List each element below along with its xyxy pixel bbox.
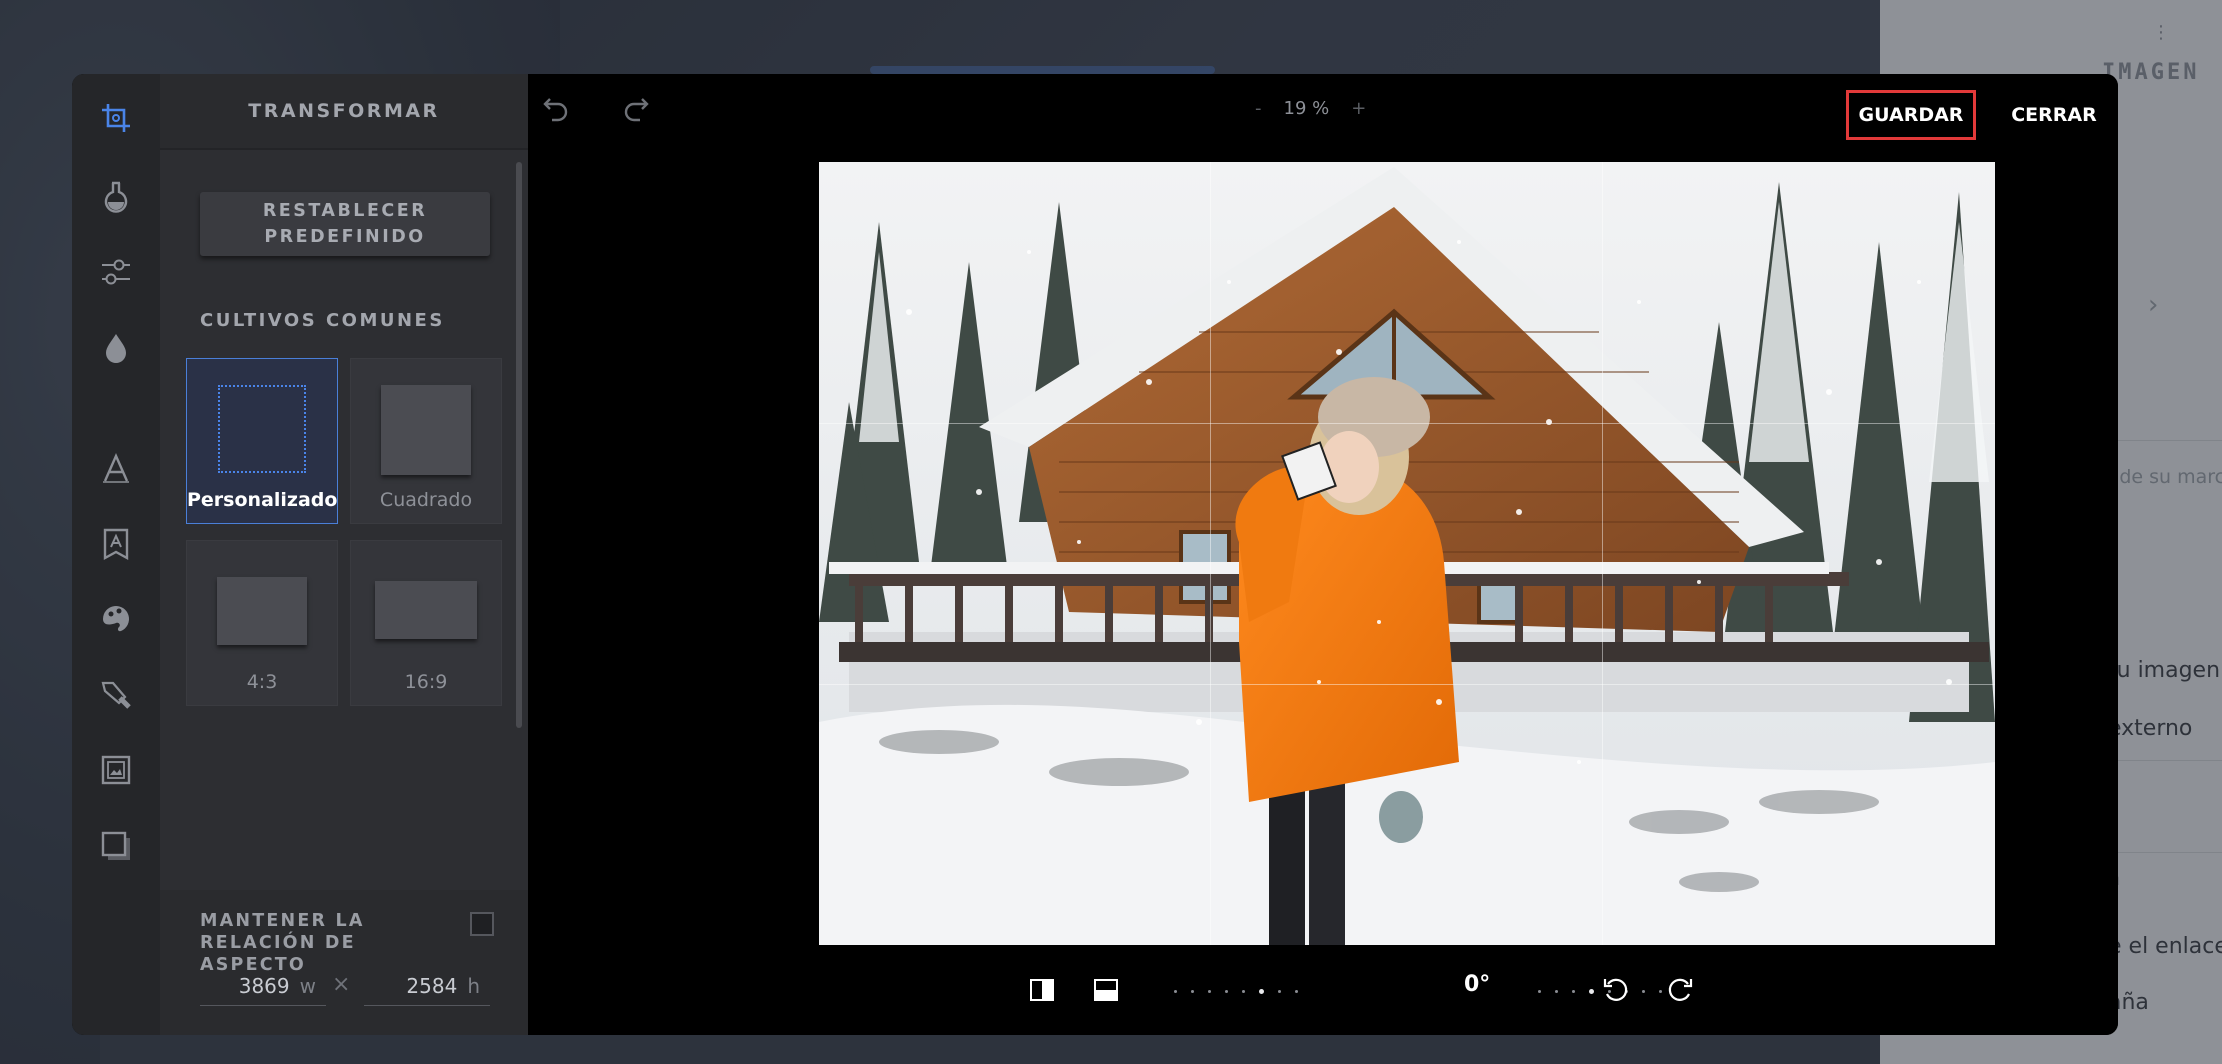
brush-tool[interactable] [92, 670, 140, 718]
grid-line [1210, 162, 1211, 945]
width-value: 3869 [238, 973, 290, 998]
grid-line [1602, 162, 1603, 945]
grid-line [819, 423, 1995, 424]
crop-preset-square[interactable]: Cuadrado [350, 358, 502, 524]
crop-icon [102, 104, 130, 132]
overlay-icon [103, 606, 129, 632]
crop-preset-label: 4:3 [246, 671, 278, 693]
adjust-icon [102, 259, 130, 285]
crop-preset-custom[interactable]: Personalizado [186, 358, 338, 524]
width-unit: w [299, 973, 316, 998]
filter-icon [104, 181, 128, 213]
ratio-4-3-thumb [217, 577, 307, 645]
square-crop-thumb [381, 385, 471, 475]
crop-preset-16-9[interactable]: 16:9 [350, 540, 502, 706]
frame-tool[interactable] [92, 746, 140, 794]
transform-panel: TRANSFORMAR RESTABLECER PREDEFINIDO CULTI… [160, 74, 528, 1035]
undo-icon [543, 98, 568, 122]
image-editor-modal: TRANSFORMAR RESTABLECER PREDEFINIDO CULTI… [72, 74, 2118, 1035]
overlay-tool[interactable] [92, 594, 140, 642]
photo-canvas[interactable] [819, 162, 1995, 945]
crop-preset-label: 16:9 [404, 671, 448, 693]
ratio-16-9-thumb [375, 581, 477, 639]
dimension-separator: × [332, 972, 351, 997]
save-button[interactable]: GUARDAR [1846, 90, 1976, 140]
reset-default-button[interactable]: RESTABLECER PREDEFINIDO [200, 192, 490, 256]
focus-tool[interactable] [92, 324, 140, 372]
text-icon [103, 453, 129, 483]
brush-icon [101, 681, 131, 709]
background-tool[interactable] [92, 822, 140, 870]
flip-horizontal-icon [1030, 979, 1054, 1001]
rotation-angle: 0° [1464, 972, 1491, 997]
grid-line [819, 684, 1995, 685]
undo-button[interactable] [536, 88, 576, 128]
transform-toolbar: 0° [528, 962, 2118, 1022]
crop-preset-label: Cuadrado [379, 489, 473, 511]
zoom-out-button[interactable]: - [1255, 98, 1262, 119]
filter-tool[interactable] [92, 172, 140, 220]
flip-vertical-icon [1094, 979, 1118, 1001]
rotate-right-button[interactable] [1662, 972, 1698, 1008]
cabin-photo [819, 162, 1995, 945]
zoom-in-button[interactable]: + [1351, 98, 1366, 119]
rotate-right-icon [1668, 978, 1693, 1001]
rotate-left-button[interactable] [1598, 972, 1634, 1008]
rotate-left-icon [1603, 978, 1628, 1001]
crop-preset-label: Personalizado [187, 489, 338, 511]
height-field[interactable]: 2584 h [364, 966, 490, 1006]
close-button[interactable]: CERRAR [1984, 90, 2118, 140]
frame-icon [101, 755, 131, 785]
flip-vertical-button[interactable] [1088, 972, 1124, 1008]
panel-title: TRANSFORMAR [160, 74, 528, 150]
redo-icon [624, 98, 649, 122]
height-value: 2584 [406, 973, 458, 998]
canvas-area: - 19 % + GUARDAR CERRAR 0° [528, 74, 2118, 1035]
keep-aspect-checkbox[interactable] [470, 912, 494, 936]
background-icon [101, 831, 130, 860]
adjust-tool[interactable] [92, 248, 140, 296]
zoom-value: 19 % [1283, 98, 1330, 119]
tool-rail [72, 74, 160, 1035]
focus-icon [106, 334, 126, 363]
width-field[interactable]: 3869 w [200, 966, 326, 1006]
sticker-icon [103, 528, 129, 561]
custom-crop-thumb [218, 385, 306, 473]
height-unit: h [467, 973, 480, 998]
sticker-tool[interactable] [92, 520, 140, 568]
aspect-ratio-section: MANTENER LA RELACIÓN DE ASPECTO 3869 w ×… [160, 890, 528, 1035]
rotation-dial-left[interactable] [1174, 988, 1298, 994]
zoom-control: - 19 % + [1255, 98, 1366, 119]
common-crops-title: CULTIVOS COMUNES [200, 310, 445, 331]
redo-button[interactable] [616, 88, 656, 128]
crop-preset-4-3[interactable]: 4:3 [186, 540, 338, 706]
text-tool[interactable] [92, 444, 140, 492]
panel-scrollbar[interactable] [516, 162, 522, 728]
crop-tool[interactable] [92, 94, 140, 142]
flip-horizontal-button[interactable] [1024, 972, 1060, 1008]
